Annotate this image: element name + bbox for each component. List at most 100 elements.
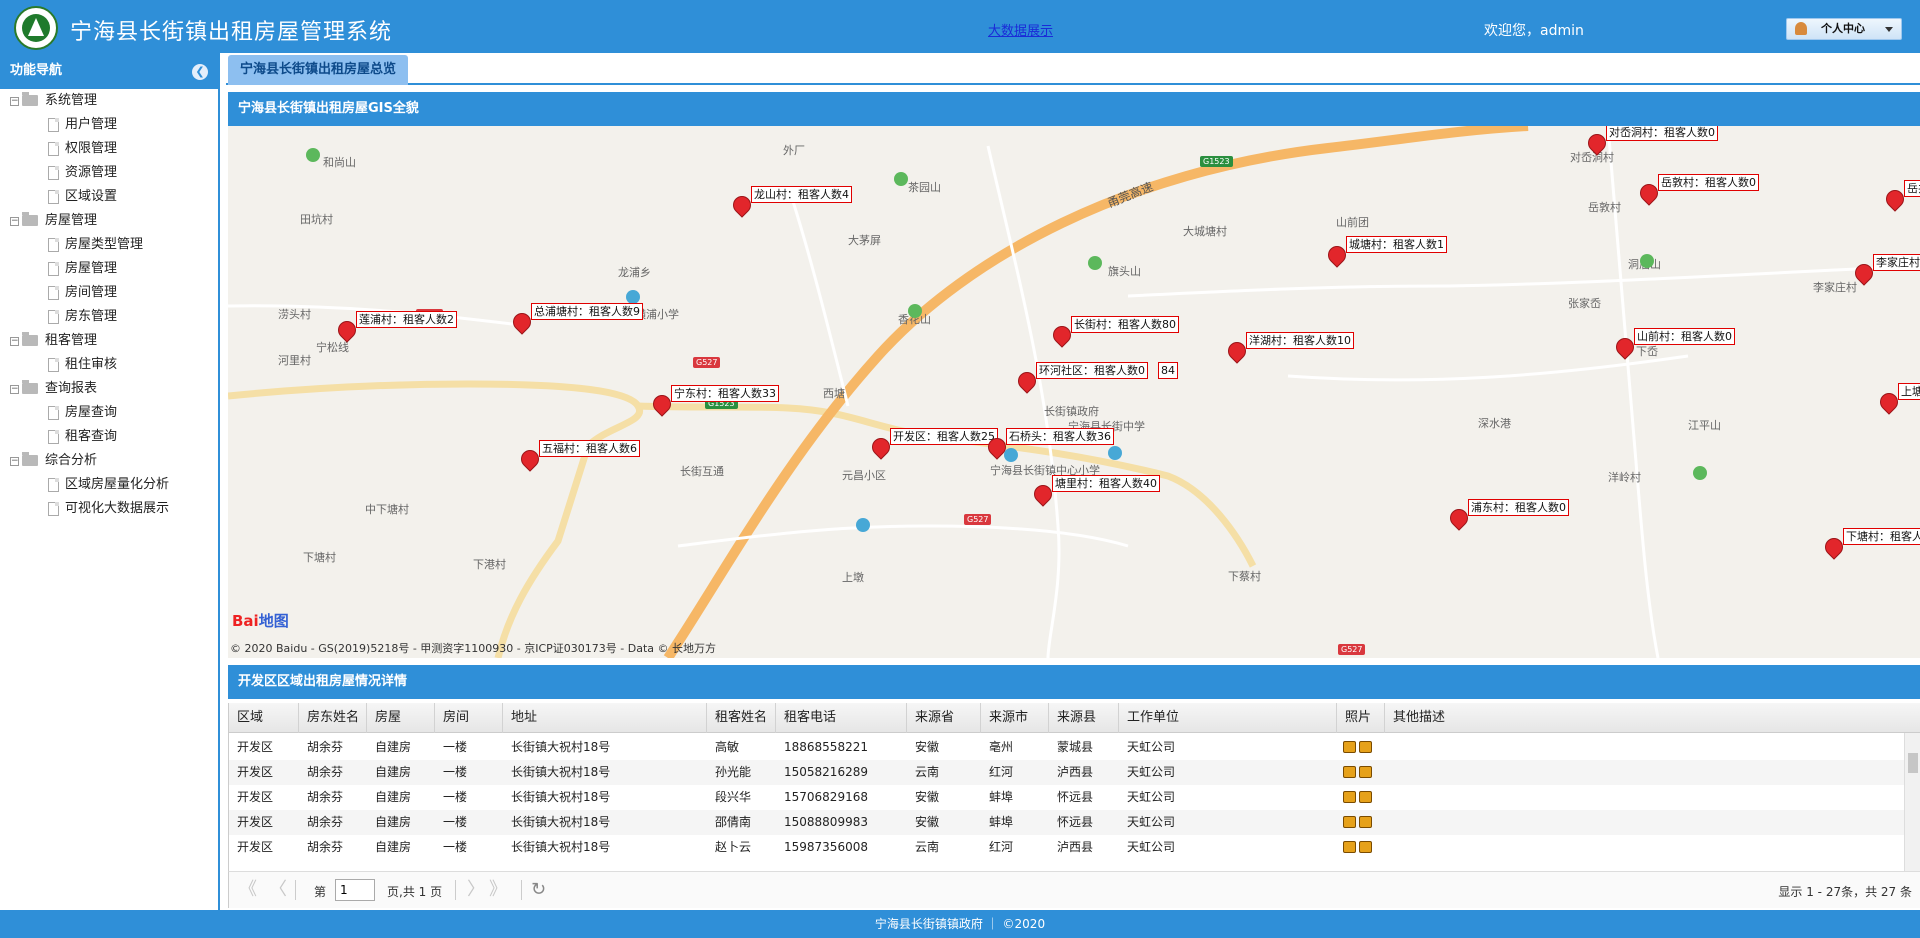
- nav-item[interactable]: 资源管理: [0, 161, 218, 185]
- column-header[interactable]: 来源市: [981, 703, 1049, 733]
- toggle-icon[interactable]: −: [10, 457, 19, 466]
- first-page-icon[interactable]: 《: [239, 881, 257, 899]
- photo-icon[interactable]: [1343, 766, 1356, 778]
- rental-marker[interactable]: 上塘村: [1876, 383, 1920, 421]
- nav-item[interactable]: 区域设置: [0, 185, 218, 209]
- column-header[interactable]: 来源县: [1049, 703, 1119, 733]
- nav-group[interactable]: − 房屋管理: [0, 209, 218, 233]
- next-page-icon[interactable]: 〉: [467, 881, 485, 899]
- table-cell: 天虹公司: [1127, 815, 1176, 829]
- page-label: 第: [314, 885, 327, 899]
- rental-marker[interactable]: 城塘村：租客人数1: [1324, 236, 1447, 274]
- table-row[interactable]: 开发区 胡余芬 自建房 一楼 长街镇大祝村18号 邵倩南 15088809983 安徽 蚌埠 怀远…: [229, 810, 1905, 835]
- column-header[interactable]: 房东姓名: [299, 703, 367, 733]
- grid-panel-title: 开发区区域出租房屋情况详情: [228, 665, 1920, 699]
- column-header[interactable]: 房屋: [367, 703, 435, 733]
- nav-item[interactable]: 区域房屋量化分析: [0, 473, 218, 497]
- photo-icon[interactable]: [1359, 766, 1372, 778]
- nav-item[interactable]: 房东管理: [0, 305, 218, 329]
- nav-group[interactable]: − 租客管理: [0, 329, 218, 353]
- nav-item[interactable]: 权限管理: [0, 137, 218, 161]
- rental-marker[interactable]: 石桥头：租客人数36: [984, 428, 1114, 466]
- rental-marker[interactable]: 岳井村：租客人数: [1882, 180, 1920, 218]
- photo-icon[interactable]: [1359, 791, 1372, 803]
- road-number-tag: G1523: [1200, 156, 1233, 167]
- toggle-icon[interactable]: −: [10, 217, 19, 226]
- nav-group[interactable]: − 系统管理: [0, 89, 218, 113]
- collapse-sidebar-icon[interactable]: ❮: [192, 64, 208, 80]
- table-row[interactable]: 开发区 胡余芬 自建房 一楼 长街镇大祝村18号 赵卜云 15987356008 云南 红河 泸西…: [229, 835, 1905, 860]
- column-header[interactable]: 房间: [435, 703, 503, 733]
- page-number-input[interactable]: [335, 879, 375, 901]
- column-header[interactable]: 区域: [229, 703, 299, 733]
- photo-icon[interactable]: [1343, 741, 1356, 753]
- nav-item[interactable]: 房屋查询: [0, 401, 218, 425]
- column-header[interactable]: 照片: [1337, 703, 1385, 733]
- rental-marker[interactable]: 浦东村：租客人数0: [1446, 499, 1569, 537]
- column-header[interactable]: 地址: [503, 703, 707, 733]
- rental-marker[interactable]: 环河社区：租客人数0: [1014, 362, 1148, 400]
- rental-marker[interactable]: 开发区：租客人数25: [868, 428, 998, 466]
- toggle-icon[interactable]: −: [10, 385, 19, 394]
- rental-marker[interactable]: 总浦塘村：租客人数9: [509, 303, 643, 341]
- nav-item[interactable]: 可视化大数据展示: [0, 497, 218, 521]
- photo-icon[interactable]: [1359, 841, 1372, 853]
- rental-marker[interactable]: 李家庄村：租客: [1851, 254, 1920, 292]
- nav-item[interactable]: 房屋类型管理: [0, 233, 218, 257]
- column-header[interactable]: 来源省: [907, 703, 981, 733]
- nav-group[interactable]: − 查询报表: [0, 377, 218, 401]
- table-cell: 15987356008: [784, 840, 868, 854]
- pager-info: 显示 1 - 27条，共 27 条: [1778, 885, 1912, 899]
- tab-overview[interactable]: 宁海县长街镇出租房屋总览: [228, 55, 409, 85]
- photo-icon[interactable]: [1359, 741, 1372, 753]
- table-row[interactable]: 开发区 胡余芬 自建房 一楼 长街镇大祝村18号 孙光能 15058216289 云南 红河 泸西…: [229, 760, 1905, 785]
- map-place-label: 茶园山: [908, 181, 941, 194]
- rental-marker[interactable]: 长街村：租客人数80: [1049, 316, 1179, 354]
- column-header[interactable]: 租客姓名: [707, 703, 776, 733]
- rental-marker[interactable]: 宁东村：租客人数33: [649, 385, 779, 423]
- column-header[interactable]: 租客电话: [776, 703, 907, 733]
- rental-marker[interactable]: 洋湖村：租客人数10: [1224, 332, 1354, 370]
- rental-marker[interactable]: 龙山村：租客人数4: [729, 186, 852, 224]
- map-place-label: 下港村: [473, 558, 506, 571]
- photo-icon[interactable]: [1343, 816, 1356, 828]
- rental-marker[interactable]: 五福村：租客人数6: [517, 440, 640, 478]
- column-header[interactable]: 其他描述: [1385, 703, 1920, 733]
- file-icon: [48, 142, 59, 156]
- table-cell: 胡余芬: [307, 815, 344, 829]
- refresh-icon[interactable]: ↻: [531, 881, 546, 899]
- photo-icon[interactable]: [1343, 841, 1356, 853]
- nav-item[interactable]: 用户管理: [0, 113, 218, 137]
- rental-marker[interactable]: 莲浦村：租客人数2: [334, 311, 457, 349]
- marker-label: 李家庄村：租客: [1873, 254, 1920, 271]
- toggle-icon[interactable]: −: [10, 337, 19, 346]
- gis-map[interactable]: 外厂 和尚山 茶园山 大茅屏 田坑村 龙浦乡 旗头山 香花山 涝头村 宁松线 河里村 西塘 长街镇政府宁…: [228, 126, 1920, 658]
- nav-item[interactable]: 租住审核: [0, 353, 218, 377]
- table-row[interactable]: 开发区 胡余芬 自建房 一楼 长街镇大祝村18号 段兴华 15706829168 安徽 蚌埠 怀远…: [229, 785, 1905, 810]
- column-header[interactable]: 工作单位: [1119, 703, 1337, 733]
- grid-scrollbar[interactable]: [1904, 733, 1920, 871]
- tab-strip: 宁海县长街镇出租房屋总览: [226, 53, 1920, 85]
- photo-icon[interactable]: [1359, 816, 1372, 828]
- nav-item[interactable]: 租客查询: [0, 425, 218, 449]
- rental-marker[interactable]: 塘里村：租客人数40: [1030, 475, 1160, 513]
- rental-marker[interactable]: 岳敦村：租客人数0: [1636, 174, 1759, 212]
- photo-icon[interactable]: [1343, 791, 1356, 803]
- personal-center-button[interactable]: 个人中心: [1786, 18, 1902, 40]
- rental-marker[interactable]: 下塘村：租客人: [1821, 528, 1920, 566]
- nav-item[interactable]: 房屋管理: [0, 257, 218, 281]
- grid-pager: 《 〈 第 页,共 1 页 〉 》 ↻ 显示 1 - 27条，共 27 条: [228, 871, 1920, 908]
- nav-item[interactable]: 房间管理: [0, 281, 218, 305]
- table-cell: 云南: [915, 765, 940, 779]
- toggle-icon[interactable]: −: [10, 97, 19, 106]
- nav-group[interactable]: − 综合分析: [0, 449, 218, 473]
- table-cell: 胡余芬: [307, 740, 344, 754]
- last-page-icon[interactable]: 》: [489, 881, 507, 899]
- nav-item-label: 租客查询: [65, 429, 118, 444]
- table-row[interactable]: 开发区 胡余芬 自建房 一楼 长街镇大祝村18号 高敏 18868558221 安徽 亳州 蒙城县…: [229, 735, 1905, 760]
- rental-marker[interactable]: 对岙洞村：租客人数0: [1584, 126, 1718, 162]
- bigdata-link[interactable]: 大数据展示: [988, 20, 1053, 39]
- prev-page-icon[interactable]: 〈: [269, 881, 287, 899]
- rental-marker[interactable]: 山前村：租客人数0: [1612, 328, 1735, 366]
- mountain-poi-icon: [1693, 466, 1707, 480]
